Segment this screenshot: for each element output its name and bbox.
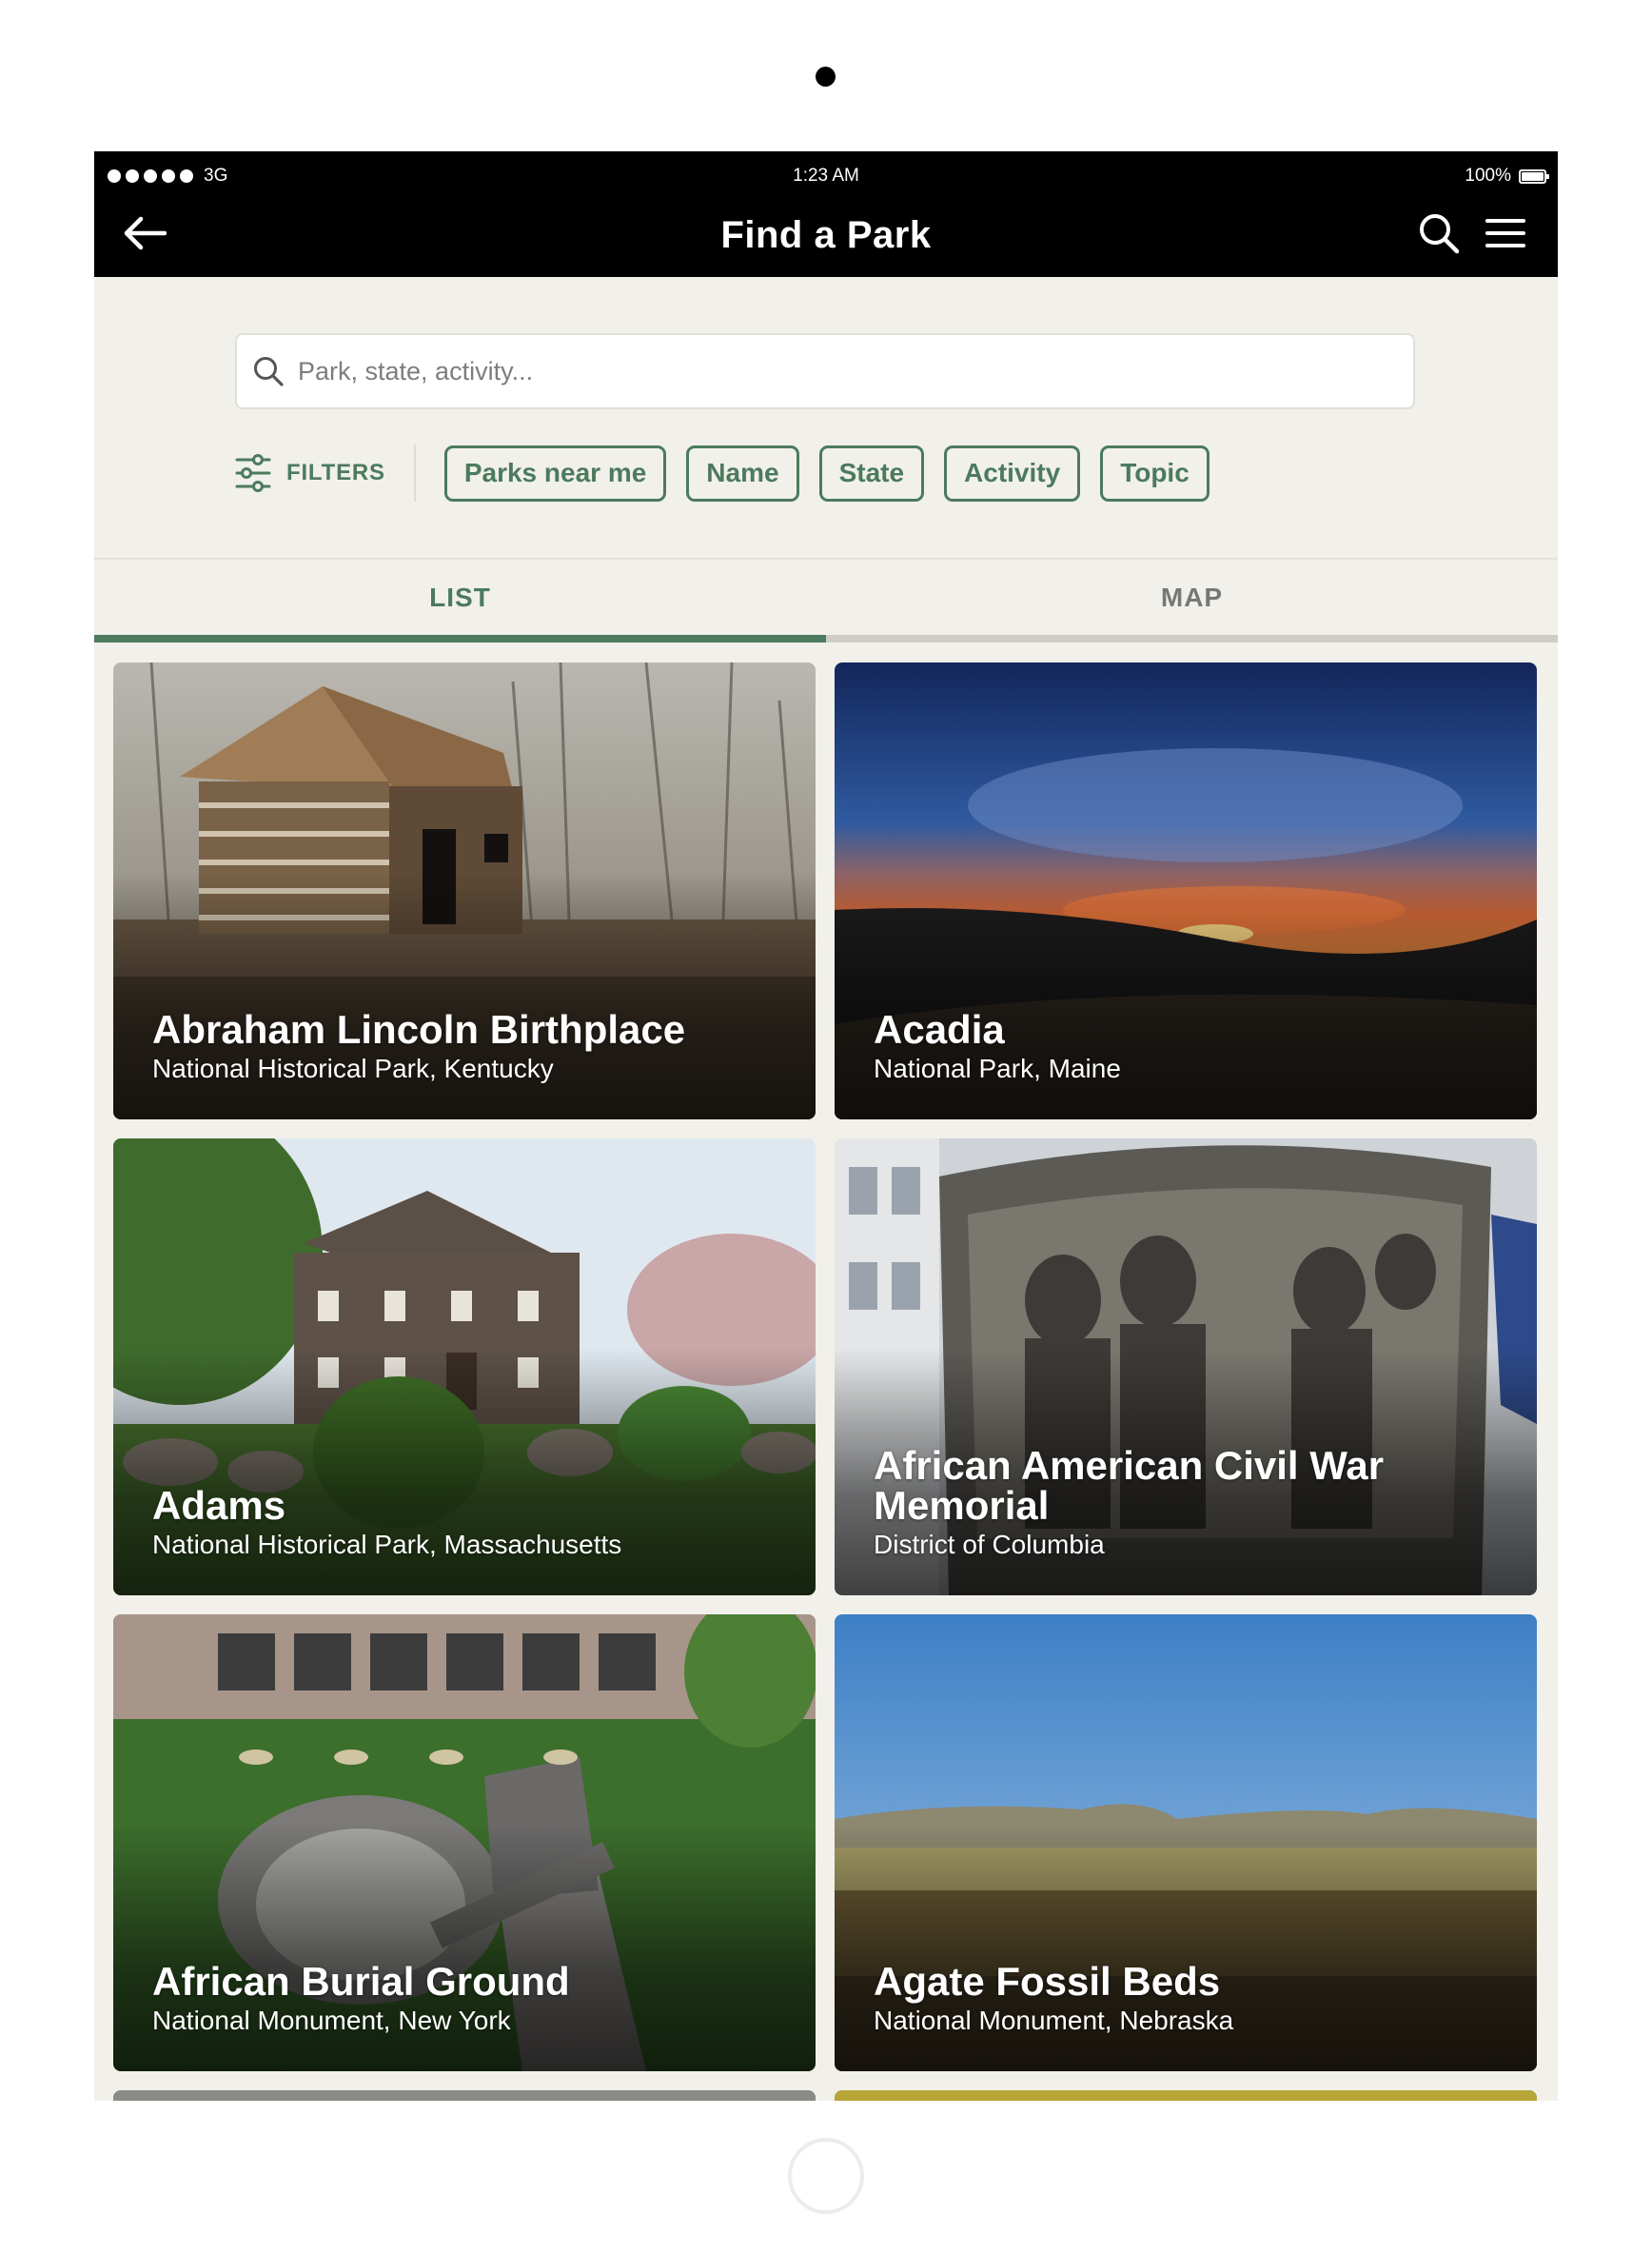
park-card-adams[interactable]: Adams National Historical Park, Massachu…: [113, 1138, 816, 1595]
filters-button[interactable]: FILTERS: [235, 445, 416, 502]
chip-name[interactable]: Name: [686, 445, 799, 502]
card-text: Agate Fossil Beds National Monument, Neb…: [874, 1962, 1508, 2038]
card-text: Acadia National Park, Maine: [874, 1010, 1508, 1086]
park-name: Adams: [152, 1483, 286, 1528]
card-text: Abraham Lincoln Birthplace National Hist…: [152, 1010, 787, 1086]
park-card-african-american-civil-war-memorial[interactable]: African American Civil War Memorial Dist…: [835, 1138, 1537, 1595]
chip-topic[interactable]: Topic: [1100, 445, 1210, 502]
search-input[interactable]: [298, 356, 1345, 386]
home-button[interactable]: [788, 2138, 864, 2214]
tab-map[interactable]: MAP: [826, 560, 1558, 643]
park-card-abraham-lincoln-birthplace[interactable]: Abraham Lincoln Birthplace National Hist…: [113, 662, 816, 1119]
chip-activity[interactable]: Activity: [944, 445, 1081, 502]
header-search-button[interactable]: [1411, 207, 1466, 260]
chip-state[interactable]: State: [818, 445, 925, 502]
park-search-field[interactable]: [235, 333, 1415, 409]
park-name: African American Civil War Memorial: [874, 1443, 1385, 1528]
filter-row: FILTERS Parks near me Name State Activit…: [235, 445, 1210, 502]
park-photo-partial: [113, 2090, 816, 2101]
page-title: Find a Park: [720, 214, 932, 256]
park-name: Agate Fossil Beds: [874, 1959, 1221, 2004]
park-designation: National Monument, New York: [152, 2006, 511, 2035]
park-card-next[interactable]: [835, 2090, 1537, 2101]
app-screen: 3G 1:23 AM 100% Find a Park Park, state,…: [94, 151, 1558, 2101]
battery-status: 100%: [1465, 159, 1549, 193]
park-designation: National Historical Park, Massachusetts: [152, 1530, 622, 1559]
battery-icon: [1519, 168, 1549, 184]
park-list: Abraham Lincoln Birthplace National Hist…: [113, 662, 1539, 2101]
card-text: African American Civil War Memorial Dist…: [874, 1446, 1508, 1562]
status-time: 1:23 AM: [793, 166, 859, 186]
filter-chips: Parks near me Name State Activity Topic: [443, 445, 1210, 502]
card-text: Adams National Historical Park, Massachu…: [152, 1486, 787, 1562]
park-designation: National Park, Maine: [874, 1054, 1121, 1083]
sliders-icon: [235, 454, 271, 492]
menu-button[interactable]: [1478, 207, 1533, 260]
search-icon: [254, 357, 284, 386]
park-photo-partial: [835, 2090, 1537, 2101]
park-card-african-burial-ground[interactable]: African Burial Ground National Monument,…: [113, 1614, 816, 2071]
park-name: Acadia: [874, 1007, 1005, 1052]
chip-parks-near-me[interactable]: Parks near me: [443, 445, 667, 502]
park-designation: District of Columbia: [874, 1530, 1105, 1559]
card-text: African Burial Ground National Monument,…: [152, 1962, 787, 2038]
park-card-acadia[interactable]: Acadia National Park, Maine: [835, 662, 1537, 1119]
park-name: Abraham Lincoln Birthplace: [152, 1007, 686, 1052]
battery-percent: 100%: [1465, 166, 1511, 186]
tab-list[interactable]: LIST: [94, 560, 826, 643]
park-card-next[interactable]: [113, 2090, 816, 2101]
hamburger-menu-icon: [1485, 219, 1525, 247]
front-camera: [816, 67, 836, 87]
view-tabs: LIST MAP: [94, 558, 1558, 643]
top-bar: 3G 1:23 AM 100% Find a Park: [94, 151, 1558, 277]
park-card-agate-fossil-beds[interactable]: Agate Fossil Beds National Monument, Neb…: [835, 1614, 1537, 2071]
park-designation: National Historical Park, Kentucky: [152, 1054, 554, 1083]
filters-label: FILTERS: [286, 460, 385, 485]
park-name: African Burial Ground: [152, 1959, 570, 2004]
search-icon: [1420, 214, 1460, 254]
park-designation: National Monument, Nebraska: [874, 2006, 1234, 2035]
